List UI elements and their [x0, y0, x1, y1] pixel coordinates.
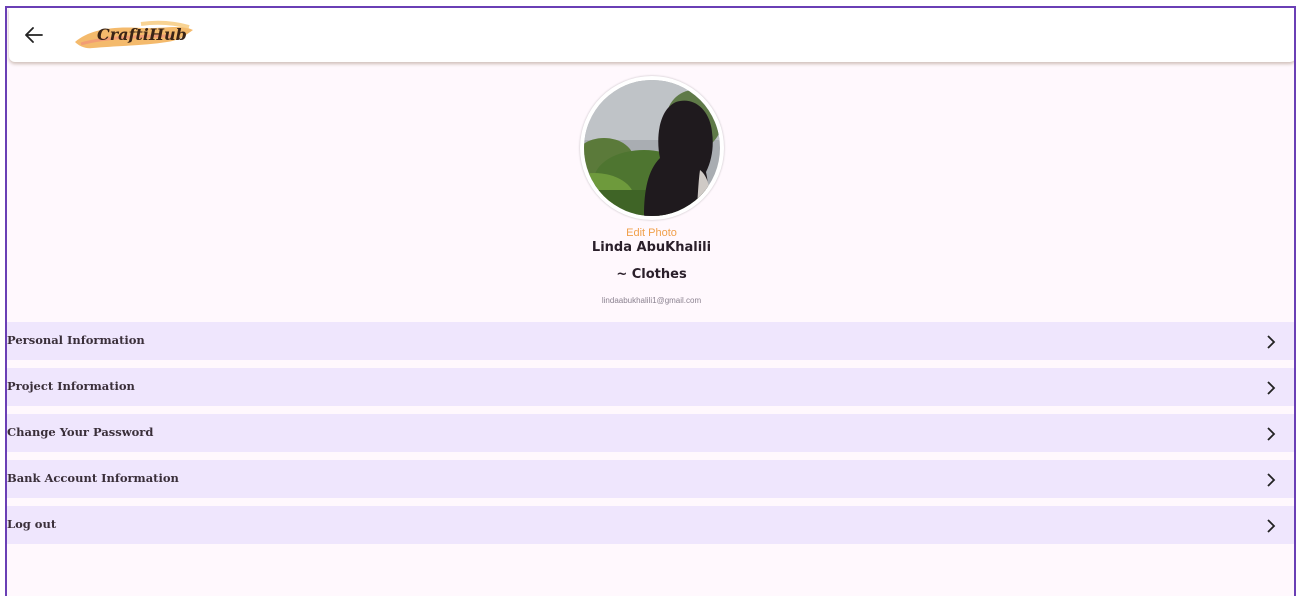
menu-item-label: Bank Account Information	[7, 471, 179, 485]
menu-item-label: Change Your Password	[7, 425, 154, 439]
back-arrow-icon[interactable]	[23, 24, 45, 46]
menu-item-label: Personal Information	[7, 333, 145, 347]
svg-text:CraftiHub: CraftiHub	[97, 25, 187, 44]
chevron-right-icon	[1267, 473, 1276, 487]
chevron-right-icon	[1267, 381, 1276, 395]
menu-item-bank-account-information[interactable]: Bank Account Information	[7, 460, 1294, 498]
avatar	[580, 76, 724, 220]
menu-item-label: Log out	[7, 517, 57, 531]
menu-item-personal-information[interactable]: Personal Information	[7, 322, 1294, 360]
profile-category: ~ Clothes	[616, 267, 687, 282]
profile-email: lindaabukhalili1@gmail.com	[601, 296, 702, 305]
menu-item-label: Project Information	[7, 379, 135, 393]
chevron-right-icon	[1267, 427, 1276, 441]
craftihub-logo: CraftiHub	[71, 18, 195, 52]
app-window: CraftiHub Edit Photo Linda AbuKhalili ~ …	[5, 6, 1296, 596]
profile-name: Linda AbuKhalili	[591, 240, 712, 255]
menu-item-log-out[interactable]: Log out	[7, 506, 1294, 544]
app-bar: CraftiHub	[9, 8, 1294, 62]
chevron-right-icon	[1267, 519, 1276, 533]
menu-item-change-password[interactable]: Change Your Password	[7, 414, 1294, 452]
menu-item-project-information[interactable]: Project Information	[7, 368, 1294, 406]
edit-photo-link[interactable]: Edit Photo	[7, 227, 1294, 239]
settings-menu: Personal Information Project Information…	[7, 322, 1294, 552]
chevron-right-icon	[1267, 335, 1276, 349]
